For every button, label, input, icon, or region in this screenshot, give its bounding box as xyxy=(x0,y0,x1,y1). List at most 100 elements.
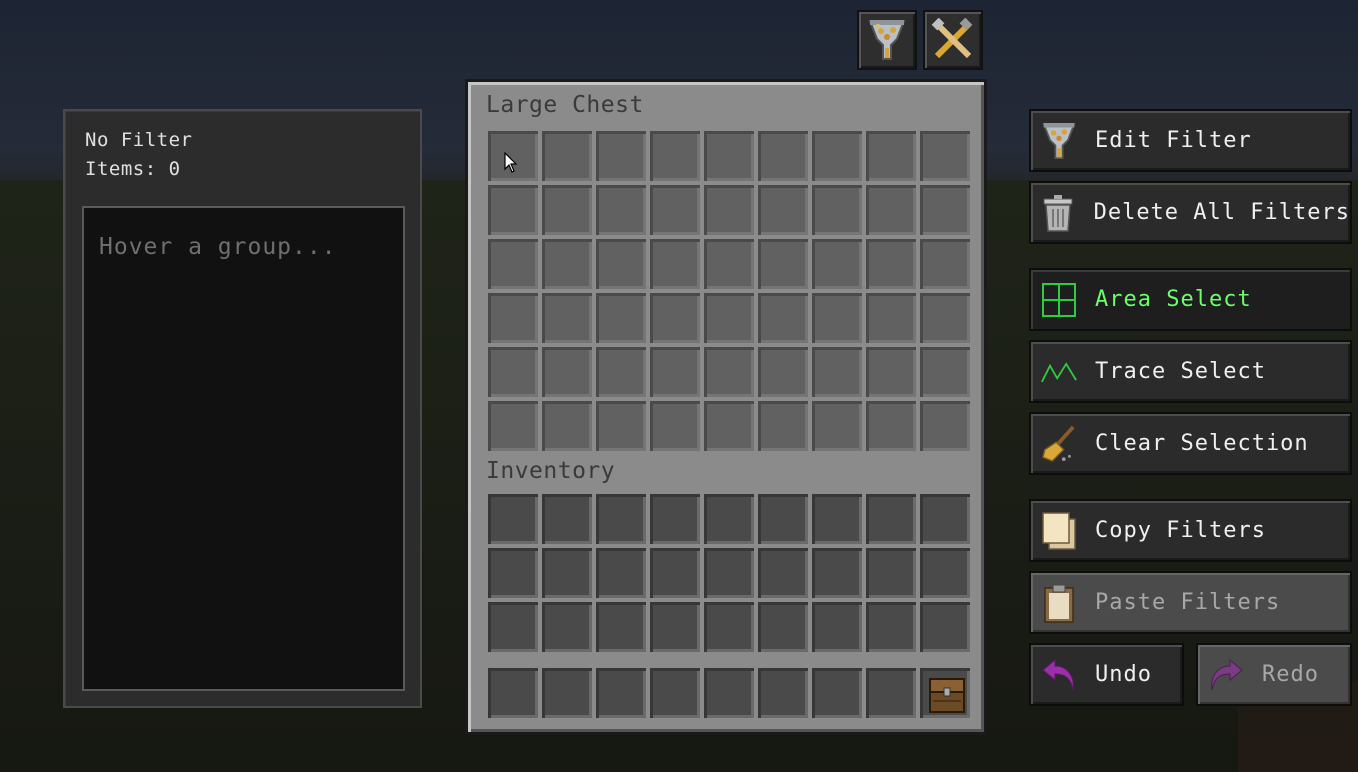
chest-slot[interactable] xyxy=(648,291,702,345)
inventory-slot[interactable] xyxy=(756,546,810,600)
hotbar-slot[interactable] xyxy=(810,666,864,720)
chest-slot[interactable] xyxy=(594,183,648,237)
chest-slot[interactable] xyxy=(594,399,648,453)
chest-slot[interactable] xyxy=(486,399,540,453)
redo-button[interactable]: Redo xyxy=(1196,643,1352,706)
chest-slot[interactable] xyxy=(864,345,918,399)
chest-slot[interactable] xyxy=(810,291,864,345)
chest-slot[interactable] xyxy=(648,129,702,183)
chest-slot[interactable] xyxy=(918,237,972,291)
chest-slot[interactable] xyxy=(540,345,594,399)
chest-slot[interactable] xyxy=(540,291,594,345)
inventory-slot[interactable] xyxy=(864,546,918,600)
inventory-slot[interactable] xyxy=(486,546,540,600)
inventory-slot[interactable] xyxy=(648,546,702,600)
chest-slot[interactable] xyxy=(648,183,702,237)
inventory-slot[interactable] xyxy=(810,600,864,654)
chest-slot[interactable] xyxy=(918,291,972,345)
chest-slot[interactable] xyxy=(864,399,918,453)
chest-slot[interactable] xyxy=(756,345,810,399)
chest-slot[interactable] xyxy=(594,345,648,399)
inventory-slot[interactable] xyxy=(486,492,540,546)
chest-slot[interactable] xyxy=(540,129,594,183)
inventory-slot[interactable] xyxy=(540,492,594,546)
inventory-slot[interactable] xyxy=(918,546,972,600)
chest-slot[interactable] xyxy=(702,183,756,237)
chest-slot[interactable] xyxy=(486,183,540,237)
undo-button[interactable]: Undo xyxy=(1029,643,1184,706)
chest-slot[interactable] xyxy=(702,237,756,291)
inventory-slot[interactable] xyxy=(594,546,648,600)
chest-slot[interactable] xyxy=(810,183,864,237)
chest-slot[interactable] xyxy=(702,345,756,399)
chest-slot[interactable] xyxy=(540,183,594,237)
chest-slot[interactable] xyxy=(810,399,864,453)
inventory-slot[interactable] xyxy=(702,600,756,654)
chest-slot[interactable] xyxy=(810,345,864,399)
chest-slot[interactable] xyxy=(756,291,810,345)
chest-slot[interactable] xyxy=(864,183,918,237)
hotbar-slot[interactable] xyxy=(486,666,540,720)
copy-filters-button[interactable]: Copy Filters xyxy=(1029,499,1352,562)
inventory-slot[interactable] xyxy=(702,492,756,546)
hotbar-slot[interactable] xyxy=(594,666,648,720)
hotbar-slot[interactable] xyxy=(648,666,702,720)
chest-slot[interactable] xyxy=(810,237,864,291)
chest-slot[interactable] xyxy=(756,183,810,237)
hotbar-slot[interactable] xyxy=(918,666,972,720)
chest-slot[interactable] xyxy=(540,399,594,453)
inventory-slot[interactable] xyxy=(648,600,702,654)
paste-filters-button[interactable]: Paste Filters xyxy=(1029,571,1352,634)
area-select-button[interactable]: Area Select xyxy=(1029,268,1352,331)
clear-selection-button[interactable]: Clear Selection xyxy=(1029,412,1352,475)
inventory-slot[interactable] xyxy=(918,600,972,654)
chest-slot[interactable] xyxy=(864,129,918,183)
chest-slot[interactable] xyxy=(594,291,648,345)
inventory-slot[interactable] xyxy=(648,492,702,546)
tools-tab-button[interactable] xyxy=(923,10,983,70)
trace-select-button[interactable]: Trace Select xyxy=(1029,340,1352,403)
edit-filter-button[interactable]: Edit Filter xyxy=(1029,109,1352,172)
inventory-slot[interactable] xyxy=(540,600,594,654)
chest-slot[interactable] xyxy=(702,129,756,183)
chest-slot[interactable] xyxy=(648,399,702,453)
inventory-slot[interactable] xyxy=(594,492,648,546)
filter-tab-button[interactable] xyxy=(857,10,917,70)
inventory-slot[interactable] xyxy=(756,600,810,654)
chest-slot[interactable] xyxy=(864,291,918,345)
chest-slot[interactable] xyxy=(918,183,972,237)
chest-slot[interactable] xyxy=(918,399,972,453)
chest-slot[interactable] xyxy=(648,345,702,399)
inventory-slot[interactable] xyxy=(810,546,864,600)
chest-slot[interactable] xyxy=(540,237,594,291)
chest-slot[interactable] xyxy=(918,345,972,399)
hotbar-slot[interactable] xyxy=(864,666,918,720)
inventory-slot[interactable] xyxy=(702,546,756,600)
chest-slot[interactable] xyxy=(594,237,648,291)
inventory-slot[interactable] xyxy=(756,492,810,546)
chest-slot[interactable] xyxy=(702,291,756,345)
chest-slot[interactable] xyxy=(756,399,810,453)
delete-all-filters-button[interactable]: Delete All Filters xyxy=(1029,181,1352,244)
inventory-slot[interactable] xyxy=(864,600,918,654)
inventory-slot[interactable] xyxy=(864,492,918,546)
chest-slot[interactable] xyxy=(486,237,540,291)
inventory-slot[interactable] xyxy=(486,600,540,654)
chest-slot[interactable] xyxy=(648,237,702,291)
inventory-slot[interactable] xyxy=(810,492,864,546)
chest-slot[interactable] xyxy=(810,129,864,183)
chest-slot[interactable] xyxy=(918,129,972,183)
chest-slot[interactable] xyxy=(864,237,918,291)
inventory-slot[interactable] xyxy=(540,546,594,600)
hotbar-slot[interactable] xyxy=(702,666,756,720)
chest-slot[interactable] xyxy=(756,129,810,183)
inventory-slot[interactable] xyxy=(918,492,972,546)
chest-slot[interactable] xyxy=(486,345,540,399)
hotbar-slot[interactable] xyxy=(540,666,594,720)
chest-slot[interactable] xyxy=(702,399,756,453)
chest-slot[interactable] xyxy=(756,237,810,291)
chest-slot[interactable] xyxy=(486,291,540,345)
inventory-slot[interactable] xyxy=(594,600,648,654)
chest-slot[interactable] xyxy=(594,129,648,183)
hotbar-slot[interactable] xyxy=(756,666,810,720)
